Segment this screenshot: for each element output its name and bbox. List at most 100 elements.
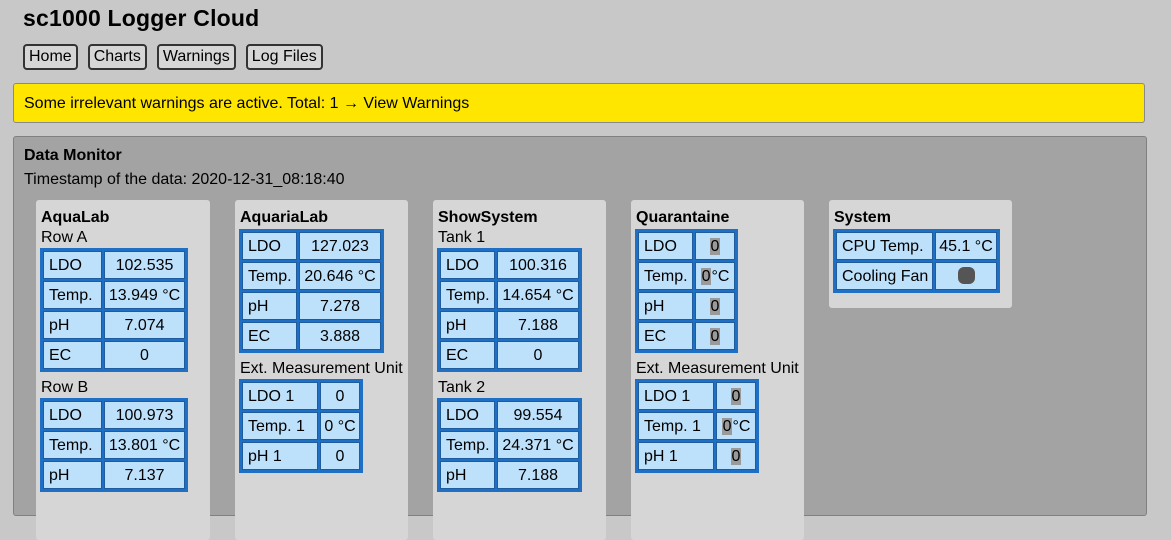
view-warnings-link[interactable]: → View Warnings (343, 95, 469, 112)
metric-label: Cooling Fan (836, 262, 933, 290)
table-row: pH 7.137 (42, 460, 186, 490)
data-table: CPU Temp. 45.1 °C Cooling Fan (833, 229, 1000, 293)
metric-label: LDO (440, 401, 495, 429)
metric-value: 45.1 °C (935, 232, 997, 260)
metric-value: 13.801 °C (104, 431, 185, 459)
metric-label: LDO (440, 251, 495, 279)
table-row: LDO 99.554 (439, 400, 580, 430)
data-table: LDO 100.973 Temp. 13.801 °C pH 7.137 (40, 398, 188, 492)
metric-value: 0 (709, 328, 721, 345)
table-row: pH 10 (241, 441, 361, 471)
nav-log-files-button[interactable]: Log Files (245, 44, 323, 70)
data-timestamp: Timestamp of the data: 2020-12-31_08:18:… (24, 171, 345, 188)
panel-title: AquaLab (41, 209, 110, 226)
table-row: Temp. 20.646 °C (241, 261, 382, 291)
table-row: Temp. 24.371 °C (439, 430, 580, 460)
metric-label: Temp. (242, 262, 297, 290)
unit-label: °C (711, 268, 730, 285)
metric-value: 7.188 (497, 311, 579, 339)
panel-title: AquariaLab (240, 209, 329, 226)
unit-label: °C (732, 418, 751, 435)
table-row: Temp. 13.801 °C (42, 430, 186, 460)
table-row: LDO 0 (637, 231, 736, 261)
metric-label: EC (43, 341, 102, 369)
table-row: LDO 1 0 (637, 381, 757, 411)
table-row: LDO 100.973 (42, 400, 186, 430)
metric-value-cell: 0 (695, 232, 735, 260)
table-row: EC 0 (439, 340, 580, 370)
table-row: pH 7.074 (42, 310, 186, 340)
table-row: pH 10 (637, 441, 757, 471)
group-label: Row B (41, 379, 89, 396)
metric-value: 7.188 (497, 461, 579, 489)
table-row: Temp. 1 0°C (637, 411, 757, 441)
metric-value: 3.888 (299, 322, 381, 350)
metric-value-cell: 0 (716, 442, 756, 470)
metric-value-cell: 0 (716, 382, 756, 410)
metric-value: 127.023 (299, 232, 381, 260)
main-nav: Home Charts Warnings Log Files (23, 44, 323, 70)
nav-home-button[interactable]: Home (23, 44, 78, 70)
metric-value: 0 (721, 418, 733, 435)
panel-system: System CPU Temp. 45.1 °C Cooling Fan (829, 200, 1012, 308)
metric-value: 0 (497, 341, 579, 369)
warning-text: Some irrelevant warnings are active. Tot… (24, 95, 339, 112)
metric-label: CPU Temp. (836, 232, 933, 260)
metric-label: LDO (43, 251, 102, 279)
metric-value: 0 °C (320, 412, 360, 440)
metric-label: Temp. (440, 431, 495, 459)
metric-label: pH (43, 311, 102, 339)
metric-value: 0 (320, 382, 360, 410)
metric-label: Temp. (440, 281, 495, 309)
table-row: Temp. 13.949 °C (42, 280, 186, 310)
metric-value: 24.371 °C (497, 431, 579, 459)
table-row: Temp. 14.654 °C (439, 280, 580, 310)
metric-value: 100.316 (497, 251, 579, 279)
metric-value-cell: 0°C (695, 262, 735, 290)
metric-value: 0 (320, 442, 360, 470)
table-row: LDO 127.023 (241, 231, 382, 261)
data-monitor: Data Monitor Timestamp of the data: 2020… (13, 136, 1147, 540)
metric-value: 0 (730, 388, 742, 405)
metric-label: LDO (638, 232, 693, 260)
table-row: LDO 102.535 (42, 250, 186, 280)
metric-label: LDO 1 (242, 382, 318, 410)
table-row: Temp. 0°C (637, 261, 736, 291)
data-table: LDO 10 Temp. 1 0°C pH 10 (635, 379, 759, 473)
metric-value: 100.973 (104, 401, 185, 429)
nav-charts-button[interactable]: Charts (87, 44, 147, 70)
table-row: CPU Temp. 45.1 °C (835, 231, 998, 261)
metric-value: 0 (709, 298, 721, 315)
metric-label: LDO (43, 401, 102, 429)
metric-value-cell: 0 (695, 292, 735, 320)
table-row: pH 7.188 (439, 310, 580, 340)
metric-label: Temp. (638, 262, 693, 290)
table-row: EC 3.888 (241, 321, 382, 351)
panel-title: ShowSystem (438, 209, 538, 226)
app-title: sc1000 Logger Cloud (23, 5, 260, 31)
metric-label: pH 1 (638, 442, 714, 470)
metric-value: 7.278 (299, 292, 381, 320)
metric-label: pH 1 (242, 442, 318, 470)
data-table: LDO 0 Temp. 0°C pH 0 EC 0 (635, 229, 738, 353)
metric-value: 99.554 (497, 401, 579, 429)
data-table: LDO 102.535 Temp. 13.949 °C pH 7.074 EC 0 (40, 248, 188, 372)
metric-value-cell: 0 (695, 322, 735, 350)
warning-banner: Some irrelevant warnings are active. Tot… (13, 83, 1145, 123)
group-label: Tank 2 (438, 379, 486, 396)
nav-warnings-button[interactable]: Warnings (156, 44, 236, 70)
metric-label: Temp. 1 (242, 412, 318, 440)
table-row: LDO 100.316 (439, 250, 580, 280)
metric-label: EC (242, 322, 297, 350)
metric-label: Temp. (43, 431, 102, 459)
metric-label: pH (43, 461, 102, 489)
table-row: EC 0 (42, 340, 186, 370)
panel-showsystem: ShowSystem Tank 1 LDO 100.316 Temp. 14.654… (433, 200, 606, 540)
metric-value: 0 (104, 341, 185, 369)
metric-label: LDO (242, 232, 297, 260)
metric-label: pH (440, 311, 495, 339)
group-label: Tank 1 (438, 229, 486, 246)
metric-label: Temp. 1 (638, 412, 714, 440)
panel-aqualab: AquaLab Row A LDO 102.535 Temp. 13.949 °C … (36, 200, 210, 540)
data-table: LDO 10 Temp. 10 °C pH 10 (239, 379, 363, 473)
